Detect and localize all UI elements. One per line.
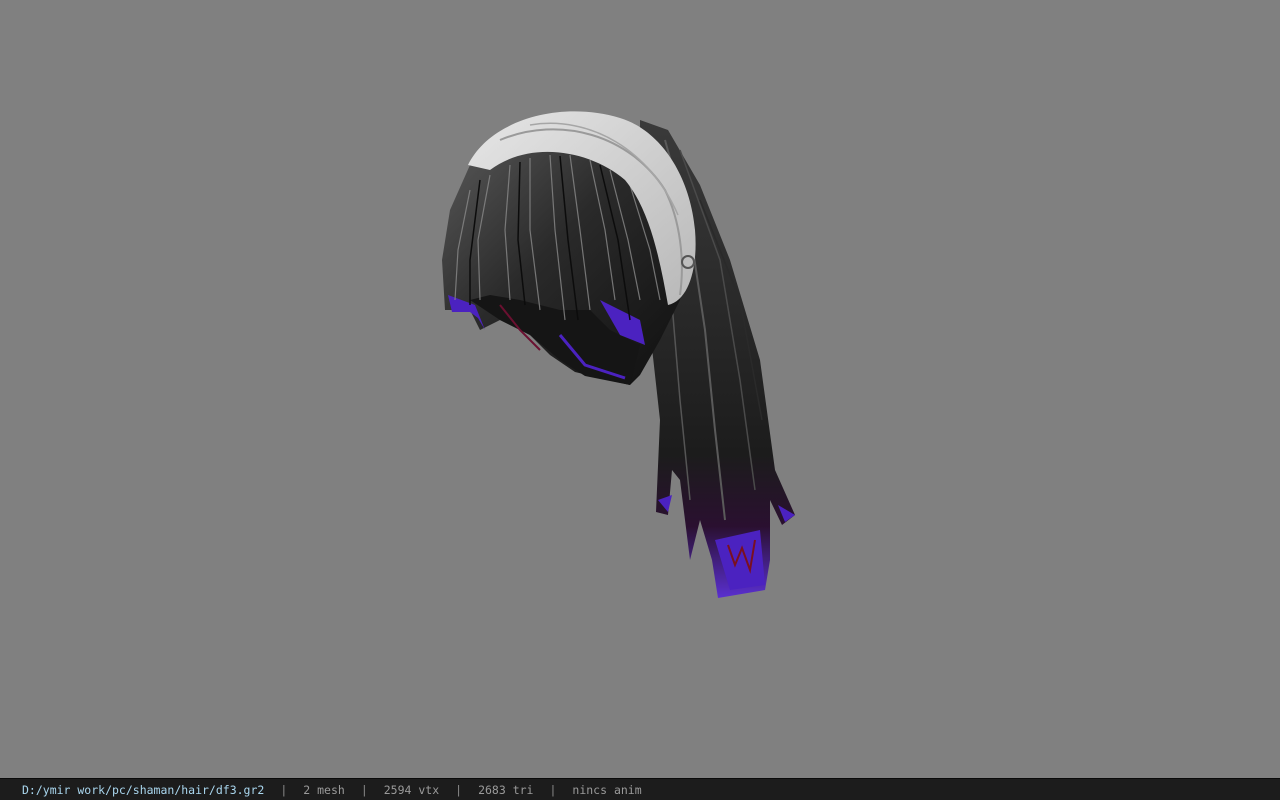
file-path-label: D:/ymir work/pc/shaman/hair/df3.gr2 bbox=[22, 782, 265, 797]
separator: | bbox=[360, 782, 368, 797]
animation-status-label: nincs anim bbox=[572, 782, 642, 797]
3d-viewport[interactable] bbox=[0, 0, 1280, 778]
separator: | bbox=[280, 782, 288, 797]
vertex-count-label: 2594 vtx bbox=[383, 782, 440, 797]
separator: | bbox=[549, 782, 557, 797]
triangle-count-label: 2683 tri bbox=[478, 782, 534, 797]
mesh-count-label: 2 mesh bbox=[303, 782, 345, 797]
separator: | bbox=[455, 782, 463, 797]
hair-model bbox=[442, 111, 795, 598]
status-bar: D:/ymir work/pc/shaman/hair/df3.gr2 | 2 … bbox=[0, 778, 1280, 800]
